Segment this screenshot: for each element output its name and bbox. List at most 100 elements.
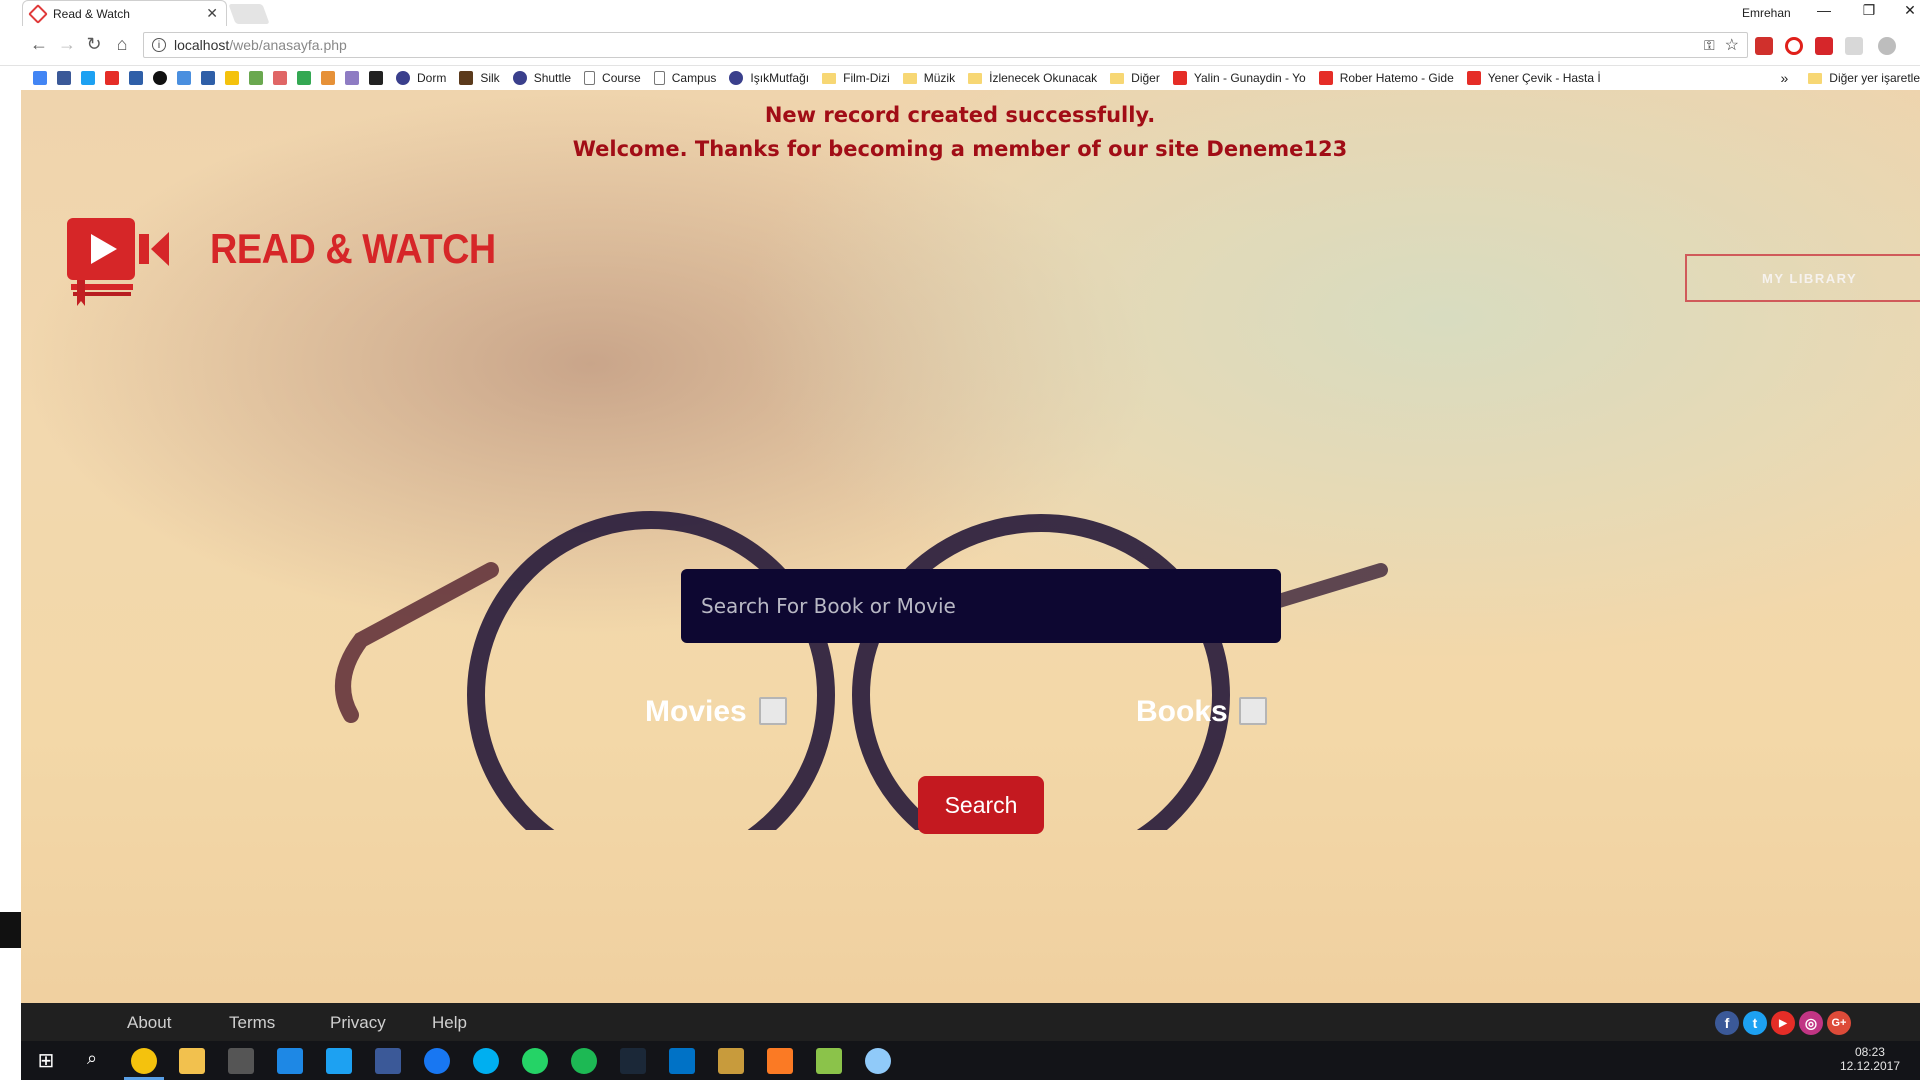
extension-grey-icon[interactable] <box>1878 37 1896 55</box>
search-button[interactable]: Search <box>918 776 1044 834</box>
tab-strip: Read & Watch ✕ Emrehan — ❐ ✕ <box>0 0 1920 26</box>
movies-label: Movies <box>645 695 747 728</box>
books-label: Books <box>1136 695 1228 728</box>
spotify-icon[interactable] <box>571 1048 597 1074</box>
instagram-icon[interactable]: ◎ <box>1799 1011 1823 1035</box>
app-green-icon[interactable] <box>297 71 311 85</box>
search-icon[interactable]: ⌕ <box>79 1048 105 1074</box>
back-arrow-icon[interactable]: ← <box>27 34 51 55</box>
app-m2-icon[interactable] <box>201 71 215 85</box>
movies-checkbox[interactable] <box>759 697 787 725</box>
profile-name[interactable]: Emrehan <box>1742 6 1791 20</box>
twitter-icon[interactable] <box>81 71 95 85</box>
other-bookmarks-folder[interactable]: Diğer yer işaretle <box>1808 71 1920 85</box>
paint-icon[interactable] <box>865 1048 891 1074</box>
url-input[interactable]: i localhost/web/anasayfa.php ⚿ ☆ <box>143 32 1748 58</box>
app-yellow-icon[interactable] <box>225 71 239 85</box>
bookmark-item[interactable]: Yener Çevik - Hasta İ <box>1466 71 1601 85</box>
windows-taskbar: ⊞ ⌕ 08:23 12.12.2017 <box>21 1041 1920 1080</box>
site-logo-text[interactable]: READ & WATCH <box>210 225 496 273</box>
facebook-icon[interactable] <box>57 71 71 85</box>
notepad-icon[interactable] <box>816 1048 842 1074</box>
app-m-icon[interactable] <box>129 71 143 85</box>
facebook-icon[interactable]: f <box>1715 1011 1739 1035</box>
messenger-icon[interactable] <box>424 1048 450 1074</box>
outlook-icon[interactable] <box>669 1048 695 1074</box>
bookmark-item[interactable]: Rober Hatemo - Gide <box>1318 71 1454 85</box>
twitter-app-icon[interactable] <box>326 1048 352 1074</box>
new-tab-button[interactable] <box>228 4 270 24</box>
read-watch-logo-icon <box>67 218 169 306</box>
steam-icon[interactable] <box>620 1048 646 1074</box>
clock-time: 08:23 <box>1854 1045 1885 1059</box>
xampp-icon[interactable] <box>767 1048 793 1074</box>
twitter-icon[interactable]: t <box>1743 1011 1767 1035</box>
bookmark-folder[interactable]: İzlenecek Okunacak <box>968 71 1097 85</box>
app-purple-icon[interactable] <box>345 71 359 85</box>
extension-red-icon[interactable] <box>1755 37 1773 55</box>
file-explorer-icon[interactable] <box>179 1048 205 1074</box>
facebook-app-icon[interactable] <box>375 1048 401 1074</box>
reload-icon[interactable]: ↻ <box>82 34 106 55</box>
youtube-icon[interactable] <box>105 71 119 85</box>
bookmark-item[interactable]: Shuttle <box>512 71 571 85</box>
app-chat-icon[interactable] <box>153 71 167 85</box>
bookmark-item[interactable]: IşıkMutfağı <box>729 71 809 85</box>
home-icon[interactable]: ⌂ <box>110 34 134 55</box>
bookmark-folder[interactable]: Müzik <box>902 71 955 85</box>
youtube-icon <box>1172 71 1187 85</box>
footer-link-help[interactable]: Help <box>432 1013 467 1033</box>
menu-lines-icon[interactable] <box>1845 37 1863 55</box>
app-black-icon[interactable] <box>369 71 383 85</box>
search-input[interactable] <box>681 569 1281 643</box>
folder-icon <box>902 72 917 84</box>
youtube-icon <box>1318 71 1333 85</box>
folder-icon <box>1110 72 1125 84</box>
github-icon <box>396 71 410 85</box>
windows-start-icon[interactable]: ⊞ <box>33 1048 59 1074</box>
footer-link-terms[interactable]: Terms <box>229 1013 275 1033</box>
bookmark-item[interactable]: Course <box>584 71 641 85</box>
system-tray-clock[interactable]: 08:23 12.12.2017 <box>1840 1045 1900 1073</box>
my-library-button[interactable]: MY LIBRARY <box>1685 254 1920 302</box>
close-window-button[interactable]: ✕ <box>1895 2 1920 19</box>
bookmark-folder[interactable]: Diğer <box>1110 71 1160 85</box>
tab-close-icon[interactable]: ✕ <box>206 5 218 22</box>
youtube-icon[interactable]: ▶ <box>1771 1011 1795 1035</box>
star-icon[interactable]: ☆ <box>1725 35 1739 55</box>
google-icon[interactable] <box>33 71 47 85</box>
skype-icon[interactable] <box>473 1048 499 1074</box>
chrome-icon[interactable] <box>131 1048 157 1074</box>
footer-link-privacy[interactable]: Privacy <box>330 1013 386 1033</box>
opera-icon[interactable] <box>1785 37 1803 55</box>
forward-arrow-icon[interactable]: → <box>55 34 79 55</box>
app-grid-icon[interactable] <box>273 71 287 85</box>
translate-icon[interactable] <box>177 71 191 85</box>
address-bar-row: ← → ↻ ⌂ i localhost/web/anasayfa.php ⚿ ☆ <box>0 26 1920 66</box>
clock-date: 12.12.2017 <box>1839 1059 1900 1073</box>
bookmark-item[interactable]: Dorm <box>396 71 446 85</box>
footer-link-about[interactable]: About <box>127 1013 171 1033</box>
github-icon <box>512 71 527 85</box>
bookmarks-overflow-button[interactable]: » <box>1781 70 1789 86</box>
minimize-button[interactable]: — <box>1809 2 1839 18</box>
key-icon[interactable]: ⚿ <box>1704 37 1715 54</box>
success-message: New record created successfully. <box>764 103 1156 127</box>
extension-play-icon[interactable] <box>1815 37 1833 55</box>
bookmark-item[interactable]: Yalin - Gunaydin - Yo <box>1172 71 1306 85</box>
whatsapp-icon[interactable] <box>522 1048 548 1074</box>
app-terminal-icon[interactable] <box>228 1048 254 1074</box>
app-camera-icon[interactable] <box>277 1048 303 1074</box>
bookmark-folder[interactable]: Film-Dizi <box>822 71 890 85</box>
app-orange-icon[interactable] <box>321 71 335 85</box>
googleplus-icon[interactable]: G+ <box>1827 1011 1851 1035</box>
app-cube-icon[interactable] <box>249 71 263 85</box>
bookmarks-bar: Dorm Silk Shuttle Course Campus IşıkMutf… <box>0 66 1920 90</box>
league-icon[interactable] <box>718 1048 744 1074</box>
bookmark-item[interactable]: Silk <box>459 71 500 85</box>
bookmark-item[interactable]: Campus <box>653 71 716 85</box>
books-checkbox[interactable] <box>1239 697 1267 725</box>
site-info-icon[interactable]: i <box>152 38 166 52</box>
restore-button[interactable]: ❐ <box>1854 2 1884 19</box>
browser-tab[interactable]: Read & Watch ✕ <box>22 0 227 26</box>
